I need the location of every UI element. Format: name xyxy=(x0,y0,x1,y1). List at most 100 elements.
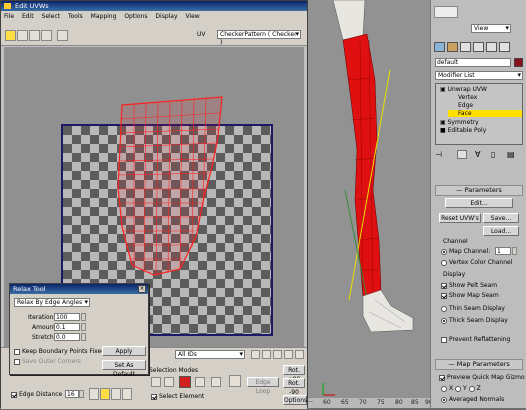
map-channel-radio[interactable]: Map Channel: xyxy=(441,248,490,255)
rotate-minus-90-button[interactable]: Rot. -90 xyxy=(283,378,305,396)
edge-loop-button[interactable]: Edge Loop xyxy=(247,377,279,395)
show-pelt-seam-checkbox[interactable]: Show Pelt Seam xyxy=(441,282,497,289)
configure-sets-icon[interactable]: ▤ xyxy=(507,150,515,159)
menu-select[interactable]: Select xyxy=(42,13,61,20)
freeform-tool-icon[interactable] xyxy=(41,30,52,41)
edit-uvws-window: Edit UVWs File Edit Select Tools Mapping… xyxy=(0,0,313,409)
paint-select-icon[interactable] xyxy=(229,375,241,387)
show-end-result-icon[interactable] xyxy=(457,150,467,159)
display-tab-icon[interactable] xyxy=(486,42,497,52)
falloff-smooth-icon[interactable] xyxy=(89,388,99,400)
menu-file[interactable]: File xyxy=(4,13,14,20)
ruler-tick-label: 65 xyxy=(341,399,349,406)
grow-selection-icon[interactable] xyxy=(195,377,205,387)
pan-icon[interactable] xyxy=(251,350,260,359)
thin-seam-radio[interactable]: Thin Seam Display xyxy=(441,305,505,312)
select-element-checkbox[interactable]: Select Element xyxy=(151,393,204,400)
thick-seam-radio[interactable]: Thick Seam Display xyxy=(441,317,508,324)
menu-tools[interactable]: Tools xyxy=(68,13,83,20)
menu-mapping[interactable]: Mapping xyxy=(91,13,117,20)
utilities-tab-icon[interactable] xyxy=(499,42,510,52)
edge-distance-spinner[interactable] xyxy=(79,390,84,398)
zoom-region-icon[interactable] xyxy=(273,350,282,359)
show-map-seam-checkbox[interactable]: Show Map Seam xyxy=(441,292,499,299)
remove-modifier-icon[interactable]: ▯ xyxy=(491,150,495,159)
make-unique-icon[interactable]: ∀ xyxy=(475,150,480,159)
zoom-icon[interactable] xyxy=(262,350,271,359)
parameters-rollout-header[interactable]: — Parameters xyxy=(435,185,523,196)
edge-distance-field[interactable]: 16 xyxy=(65,390,79,398)
falloff-slow-icon[interactable] xyxy=(111,388,121,400)
time-ruler[interactable]: 60 65 70 75 80 85 90 xyxy=(305,398,433,408)
axis-radio-group[interactable]: X Y Z xyxy=(441,385,481,392)
map-parameters-rollout-header[interactable]: — Map Parameters xyxy=(435,359,523,370)
pin-stack-icon[interactable]: ⊣ xyxy=(435,150,442,159)
move-tool-icon[interactable] xyxy=(5,30,16,41)
object-name-field[interactable]: default xyxy=(435,58,511,67)
face-mode-icon[interactable] xyxy=(179,376,191,388)
relax-tool-title[interactable]: Relax Tool xyxy=(10,284,148,294)
menu-options[interactable]: Options xyxy=(124,13,147,20)
rotate-plus-90-button[interactable]: Rot. +90 xyxy=(283,365,305,383)
set-as-default-button[interactable]: Set As Default xyxy=(102,360,146,378)
preview-gizmo-checkbox[interactable]: Preview Quick Map Gizmo xyxy=(439,374,525,381)
create-icon[interactable] xyxy=(434,6,458,18)
selection-modes-label: Selection Modes xyxy=(149,367,199,374)
stack-item-face[interactable]: Face xyxy=(448,110,522,117)
window-title[interactable]: Edit UVWs xyxy=(1,1,307,11)
vertex-color-channel-radio[interactable]: Vertex Color Channel xyxy=(441,259,512,266)
ids-dropdown[interactable]: All IDs xyxy=(175,350,245,359)
edge-distance-checkbox[interactable]: Edge Distance xyxy=(11,391,62,398)
map-channel-field[interactable]: 1 xyxy=(495,247,511,255)
panel-tabs xyxy=(434,40,522,54)
motion-tab-icon[interactable] xyxy=(473,42,484,52)
mirror-tool-icon[interactable] xyxy=(57,30,68,41)
relax-mode-dropdown[interactable]: Relax By Edge Angles xyxy=(14,298,90,307)
edge-mode-icon[interactable] xyxy=(164,377,174,387)
modify-tab-icon[interactable] xyxy=(447,42,458,52)
keep-boundary-checkbox[interactable]: Keep Boundary Points Fixed xyxy=(14,348,105,355)
stack-item-symmetry[interactable]: ▣ Symmetry xyxy=(440,119,479,126)
falloff-linear-icon[interactable] xyxy=(100,388,110,400)
iterations-spinner[interactable] xyxy=(81,313,86,321)
zoom-extents-icon[interactable] xyxy=(284,350,293,359)
vertex-mode-icon[interactable] xyxy=(151,377,161,387)
menu-edit[interactable]: Edit xyxy=(22,13,34,20)
shrink-selection-icon[interactable] xyxy=(211,377,221,387)
modifier-stack[interactable]: ▣ Unwrap UVW Vertex Edge Face ▣ Symmetry… xyxy=(435,83,523,145)
reset-uvws-button[interactable]: Reset UVW's xyxy=(439,213,481,223)
apply-button[interactable]: Apply xyxy=(102,346,146,356)
stack-item-unwrap[interactable]: ▣ Unwrap UVW xyxy=(440,86,487,93)
prevent-reflattening-checkbox[interactable]: Prevent Reflattening xyxy=(441,336,510,343)
save-button[interactable]: Save... xyxy=(483,213,519,223)
stack-item-editable-poly[interactable]: ■ Editable Poly xyxy=(440,127,486,134)
amount-field[interactable]: 0.1 xyxy=(54,323,80,331)
modifier-list-dropdown[interactable]: Modifier List xyxy=(435,71,523,80)
stretch-spinner[interactable] xyxy=(81,333,86,341)
grid-snap-icon[interactable] xyxy=(295,350,304,359)
save-outer-corners-checkbox[interactable]: Save Outer Corners xyxy=(14,358,81,365)
view-dropdown[interactable]: View xyxy=(471,24,511,33)
stretch-field[interactable]: 0.0 xyxy=(54,333,80,341)
averaged-normals-radio[interactable]: Averaged Normals xyxy=(441,396,504,403)
falloff-fast-icon[interactable] xyxy=(122,388,132,400)
menu-view[interactable]: View xyxy=(185,13,199,20)
hierarchy-tab-icon[interactable] xyxy=(460,42,471,52)
perspective-viewport[interactable] xyxy=(305,0,430,408)
stack-item-vertex[interactable]: Vertex xyxy=(458,94,477,101)
ruler-tick-label: 60 xyxy=(323,399,331,406)
rotate-tool-icon[interactable] xyxy=(17,30,28,41)
amount-spinner[interactable] xyxy=(81,323,86,331)
stack-item-edge[interactable]: Edge xyxy=(458,102,473,109)
create-tab-icon[interactable] xyxy=(434,42,445,52)
menu-display[interactable]: Display xyxy=(155,13,177,20)
map-channel-spinner[interactable] xyxy=(512,247,517,255)
object-color-swatch[interactable] xyxy=(514,58,523,67)
close-icon[interactable]: × xyxy=(138,285,146,293)
iterations-field[interactable]: 100 xyxy=(54,313,80,321)
scale-tool-icon[interactable] xyxy=(29,30,40,41)
texture-dropdown[interactable]: CheckerPattern ( Checker ) xyxy=(217,30,301,46)
options-button[interactable]: Options... xyxy=(283,395,313,405)
load-button[interactable]: Load... xyxy=(483,226,519,236)
edit-button[interactable]: Edit... xyxy=(445,198,513,208)
